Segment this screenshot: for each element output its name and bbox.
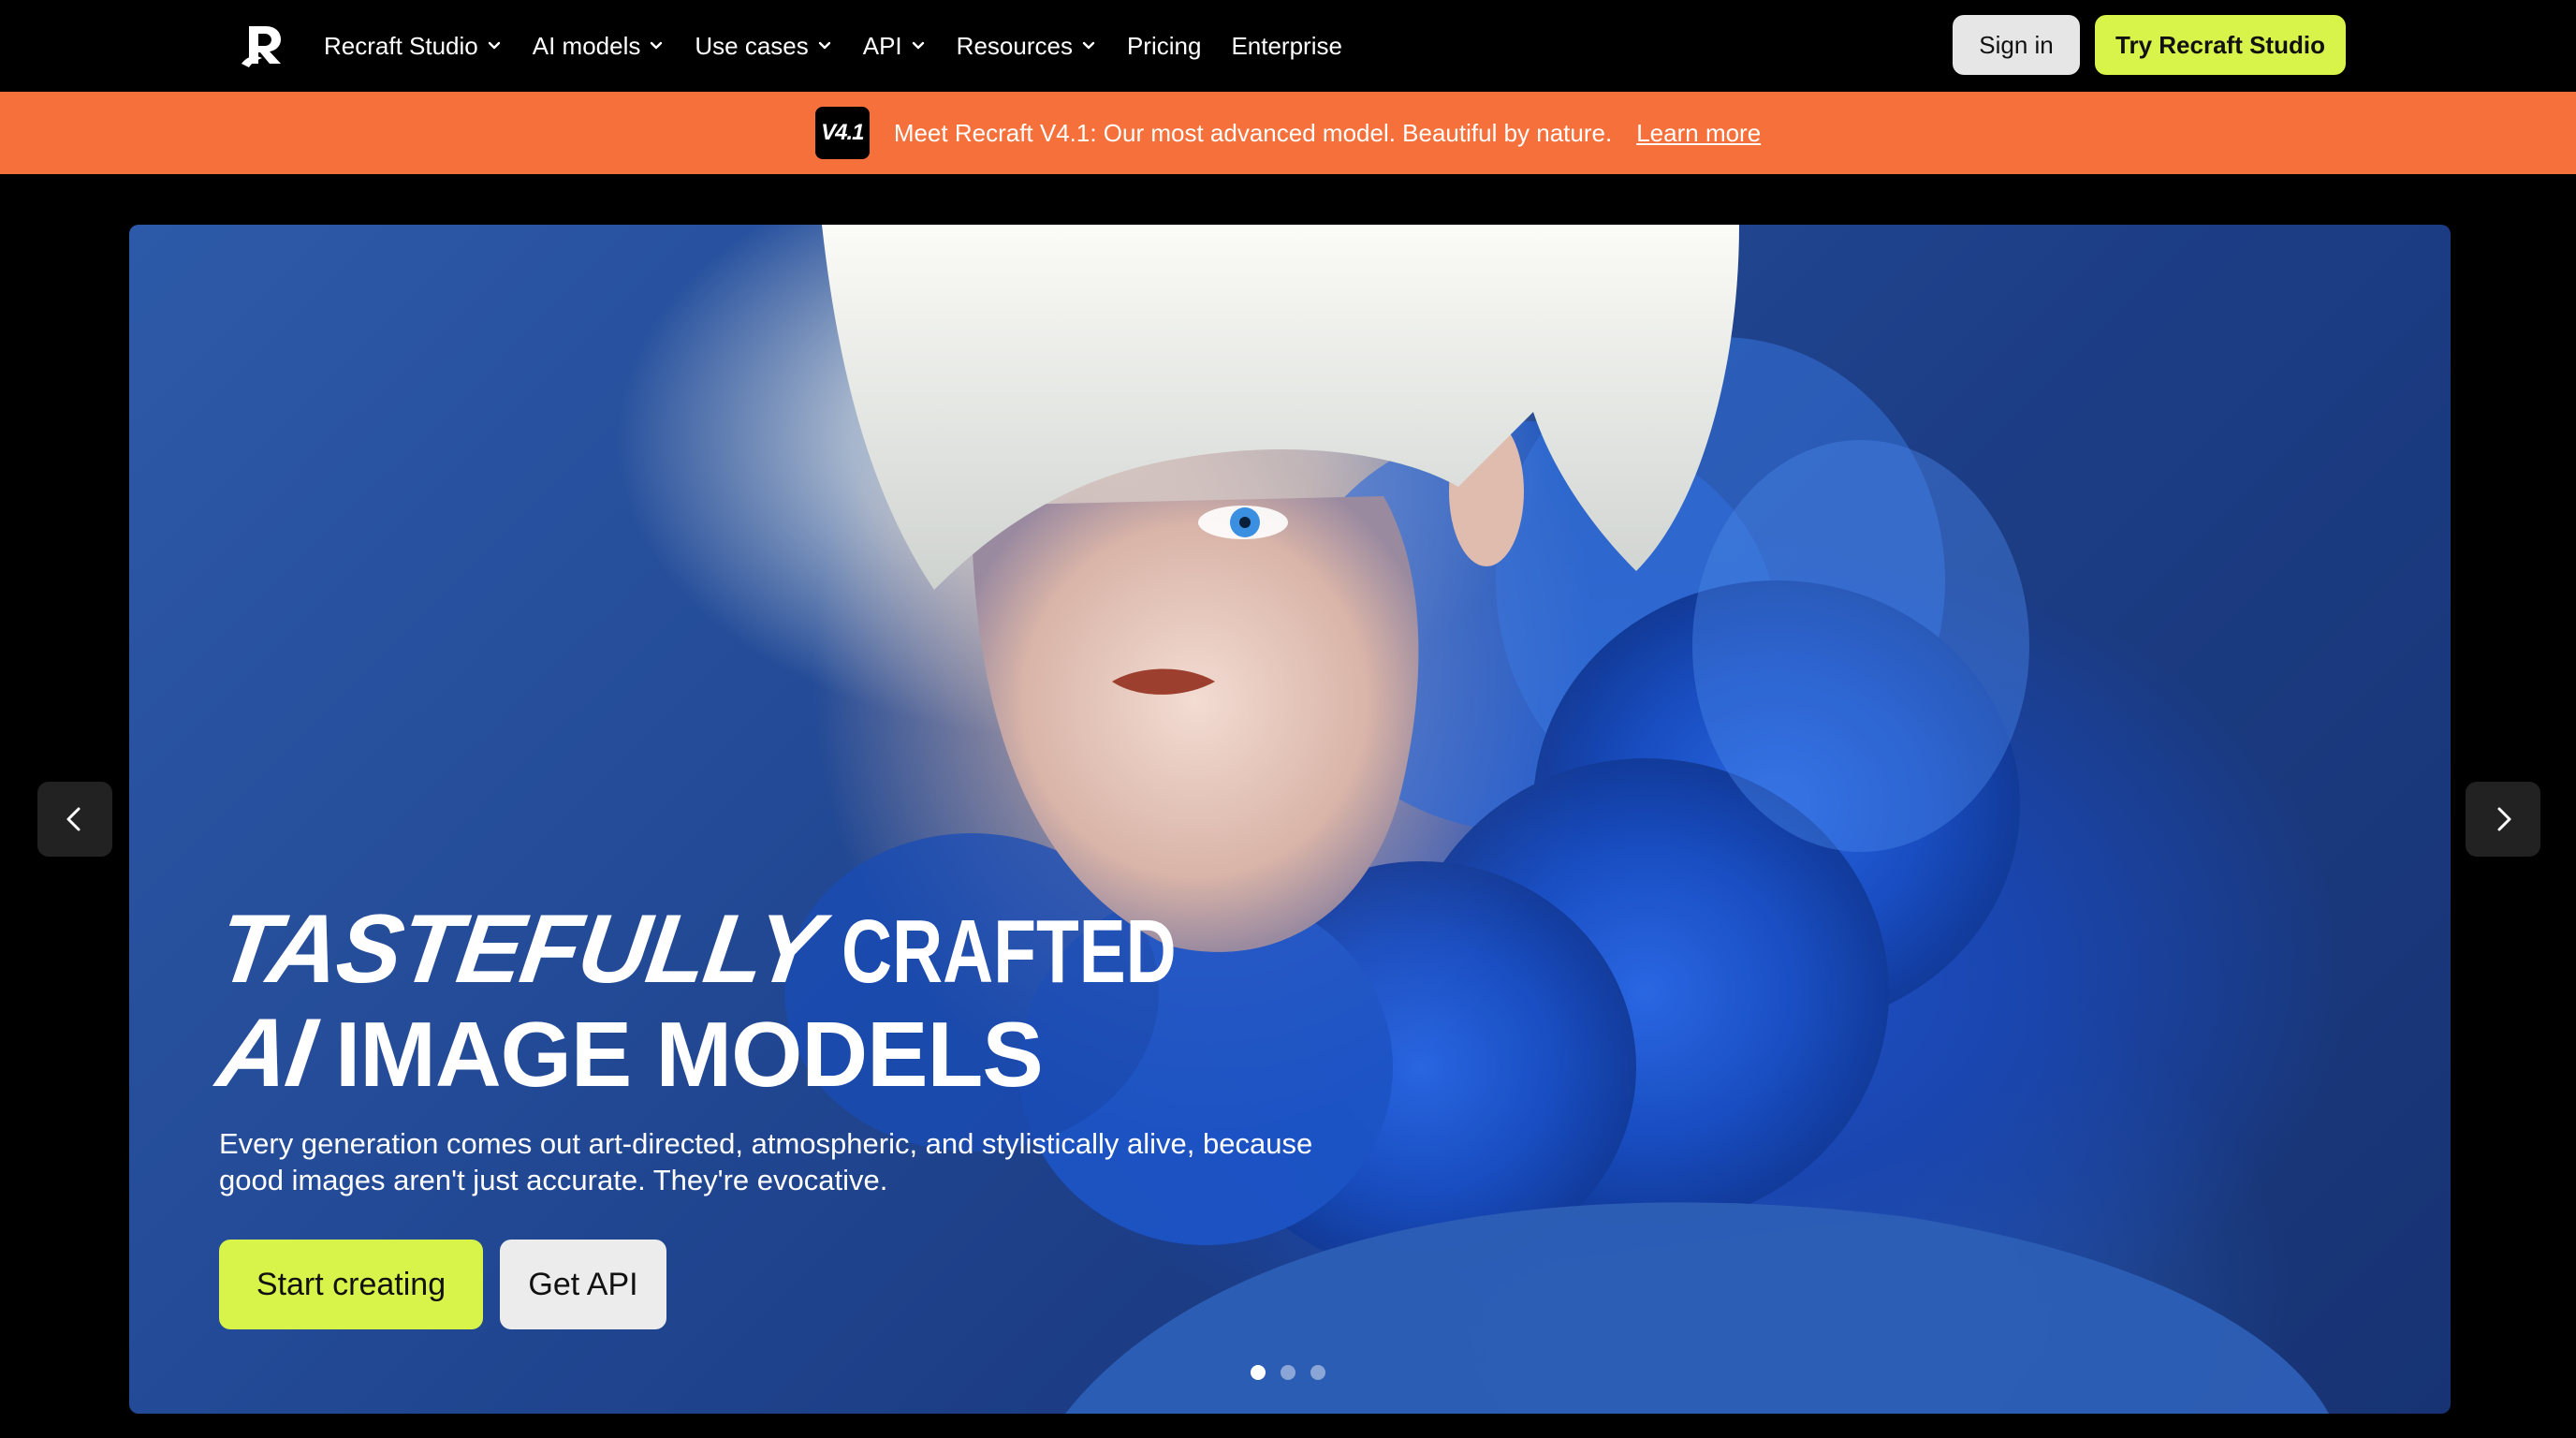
sign-in-button[interactable]: Sign in xyxy=(1953,15,2080,75)
announcement-banner: V4.1 Meet Recraft V4.1: Our most advance… xyxy=(0,92,2576,174)
chevron-down-icon xyxy=(488,41,500,50)
carousel-dot-3[interactable] xyxy=(1310,1365,1325,1380)
hero-title-line-2: AI IMAGE MODELS xyxy=(212,999,1270,1108)
nav-item-enterprise[interactable]: Enterprise xyxy=(1231,32,1342,61)
hero-title-tastefully: TASTEFULLY xyxy=(211,895,827,1004)
nav-item-recraft-studio[interactable]: Recraft Studio xyxy=(324,32,503,61)
nav-item-label: API xyxy=(862,31,902,60)
nav-item-label: AI models xyxy=(532,31,641,60)
nav-item-api[interactable]: API xyxy=(863,32,927,61)
nav-item-use-cases[interactable]: Use cases xyxy=(695,32,832,61)
recraft-logo-icon[interactable] xyxy=(240,21,288,69)
hero-title: TASTEFULLY CRAFTED AI IMAGE MODELS xyxy=(212,895,1270,1108)
nav-item-label: Resources xyxy=(956,31,1073,60)
hero-title-crafted: CRAFTED xyxy=(841,902,1177,1002)
chevron-left-icon xyxy=(66,807,80,831)
top-navbar: Recraft Studio AI models Use cases API R… xyxy=(0,0,2576,92)
main-nav: Recraft Studio AI models Use cases API R… xyxy=(324,0,1372,92)
carousel-dots xyxy=(1251,1365,1340,1380)
hero-title-image-models: IMAGE MODELS xyxy=(335,1003,1044,1106)
carousel-next-button[interactable] xyxy=(2466,782,2540,857)
hero-carousel-slide: TASTEFULLY CRAFTED AI IMAGE MODELS Every… xyxy=(129,225,2451,1414)
announcement-text: Meet Recraft V4.1: Our most advanced mod… xyxy=(893,118,1613,147)
hero-title-line-1: TASTEFULLY CRAFTED xyxy=(212,895,1270,1004)
nav-item-label: Enterprise xyxy=(1231,31,1342,60)
hero-title-ai: AI xyxy=(211,999,321,1108)
nav-item-pricing[interactable]: Pricing xyxy=(1127,32,1201,61)
version-badge: V4.1 xyxy=(814,107,870,159)
chevron-down-icon xyxy=(912,41,924,50)
get-api-button[interactable]: Get API xyxy=(500,1240,666,1329)
nav-item-label: Use cases xyxy=(695,31,809,60)
nav-item-ai-models[interactable]: AI models xyxy=(533,32,666,61)
chevron-down-icon xyxy=(1082,41,1095,50)
learn-more-link[interactable]: Learn more xyxy=(1636,119,1761,148)
nav-item-resources[interactable]: Resources xyxy=(957,32,1097,61)
carousel-prev-button[interactable] xyxy=(37,782,112,857)
carousel-dot-2[interactable] xyxy=(1281,1365,1295,1380)
chevron-down-icon xyxy=(818,41,830,50)
nav-item-label: Pricing xyxy=(1126,31,1202,60)
start-creating-button[interactable]: Start creating xyxy=(219,1240,483,1329)
chevron-down-icon xyxy=(651,41,663,50)
carousel-dot-1[interactable] xyxy=(1251,1365,1266,1380)
chevron-right-icon xyxy=(2497,807,2511,831)
hero-image xyxy=(784,225,2329,1414)
try-recraft-studio-button[interactable]: Try Recraft Studio xyxy=(2095,15,2346,75)
nav-item-label: Recraft Studio xyxy=(324,31,478,60)
hero-subtitle: Every generation comes out art-directed,… xyxy=(219,1127,1313,1196)
